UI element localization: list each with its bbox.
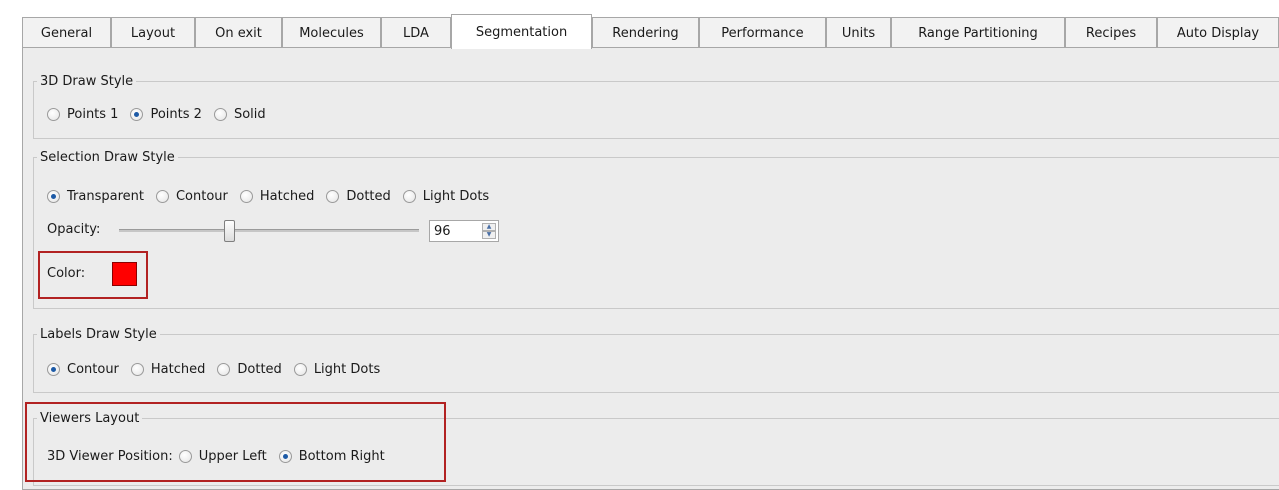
radio-label: Points 2 (150, 106, 202, 122)
radio-solid[interactable]: Solid (213, 106, 266, 122)
tab-label: Rendering (612, 25, 679, 41)
radio-checked-icon[interactable] (130, 107, 144, 121)
opacity-value[interactable]: 96 (430, 224, 482, 239)
group-title: 3D Draw Style (37, 73, 137, 90)
tab-rendering[interactable]: Rendering (592, 17, 699, 48)
group-3d-draw-style: 3D Draw Style Points 1 Points 2 Solid (33, 73, 1279, 139)
draw3d-options: Points 1 Points 2 Solid (47, 104, 278, 124)
radio-label: Hatched (150, 361, 206, 377)
tab-label: Segmentation (475, 24, 568, 40)
spin-down-arrow-icon[interactable]: ▼ (482, 231, 496, 239)
radio-label: Dotted (346, 188, 391, 204)
radio-icon[interactable] (155, 189, 169, 203)
radio-points-2[interactable]: Points 2 (130, 106, 202, 122)
radio-icon[interactable] (130, 362, 144, 376)
viewers-layout-highlight-box (25, 402, 446, 482)
tab-recipes[interactable]: Recipes (1065, 17, 1157, 48)
radio-label: Transparent (67, 188, 144, 204)
group-title: Selection Draw Style (37, 149, 178, 166)
tab-label: LDA (403, 25, 429, 41)
opacity-slider-handle[interactable] (224, 220, 235, 242)
tab-range-partitioning[interactable]: Range Partitioning (891, 17, 1065, 48)
radio-labels-contour[interactable]: Contour (47, 362, 119, 377)
tab-bar: General Layout On exit Molecules LDA Seg… (22, 14, 1279, 49)
tab-label: Range Partitioning (918, 25, 1038, 41)
tab-label: Units (841, 25, 876, 41)
radio-label: Hatched (259, 188, 315, 204)
radio-labels-dotted[interactable]: Dotted (217, 361, 282, 377)
radio-icon[interactable] (47, 107, 60, 121)
tab-lda[interactable]: LDA (381, 17, 451, 48)
radio-dotted[interactable]: Dotted (326, 188, 391, 204)
tab-label: General (40, 25, 93, 41)
radio-label: Light Dots (313, 361, 381, 377)
labels-options: Contour Hatched Dotted Light Dots (47, 359, 392, 379)
tab-label: On exit (215, 25, 262, 41)
tab-label: Performance (721, 25, 804, 41)
group-selection-draw-style: Selection Draw Style Transparent Contour… (33, 149, 1279, 309)
radio-contour[interactable]: Contour (155, 188, 228, 204)
tab-layout[interactable]: Layout (111, 17, 195, 48)
group-labels-draw-style: Labels Draw Style Contour Hatched Dotted… (33, 326, 1279, 393)
spin-up-arrow-icon[interactable]: ▲ (482, 223, 496, 231)
opacity-label: Opacity: (47, 222, 101, 237)
radio-label: Dotted (237, 361, 282, 377)
group-title: Labels Draw Style (37, 326, 160, 343)
radio-label: Points 1 (67, 106, 119, 122)
radio-light-dots[interactable]: Light Dots (402, 188, 490, 204)
radio-labels-hatched[interactable]: Hatched (130, 361, 206, 377)
tab-performance[interactable]: Performance (699, 17, 826, 48)
color-highlight-box (38, 251, 148, 299)
radio-icon[interactable] (402, 189, 416, 203)
radio-label: Contour (175, 188, 228, 204)
tab-segmentation[interactable]: Segmentation (451, 14, 592, 49)
tab-label: Layout (130, 25, 176, 41)
radio-icon[interactable] (217, 362, 231, 376)
opacity-spinbox[interactable]: 96 ▲ ▼ (429, 220, 499, 242)
radio-hatched[interactable]: Hatched (239, 188, 315, 204)
tab-molecules[interactable]: Molecules (282, 17, 381, 48)
radio-label: Contour (67, 361, 119, 377)
tab-label: Recipes (1085, 25, 1137, 41)
radio-label: Solid (233, 106, 266, 122)
radio-label: Light Dots (422, 188, 490, 204)
radio-icon[interactable] (213, 107, 227, 121)
tab-label: Auto Display (1176, 25, 1260, 41)
radio-points-1[interactable]: Points 1 (47, 107, 118, 122)
opacity-slider-track[interactable] (119, 229, 419, 232)
radio-icon[interactable] (239, 189, 253, 203)
radio-checked-icon[interactable] (47, 362, 60, 376)
tab-units[interactable]: Units (826, 17, 891, 48)
tab-on-exit[interactable]: On exit (195, 17, 282, 48)
tab-general[interactable]: General (22, 17, 111, 48)
radio-checked-icon[interactable] (47, 189, 60, 203)
tab-auto-display[interactable]: Auto Display (1157, 17, 1279, 48)
radio-labels-light-dots[interactable]: Light Dots (293, 361, 381, 377)
radio-icon[interactable] (293, 362, 307, 376)
selection-options: Transparent Contour Hatched Dotted Light… (47, 186, 501, 206)
tab-label: Molecules (299, 25, 364, 41)
radio-icon[interactable] (326, 189, 340, 203)
radio-transparent[interactable]: Transparent (47, 189, 144, 204)
